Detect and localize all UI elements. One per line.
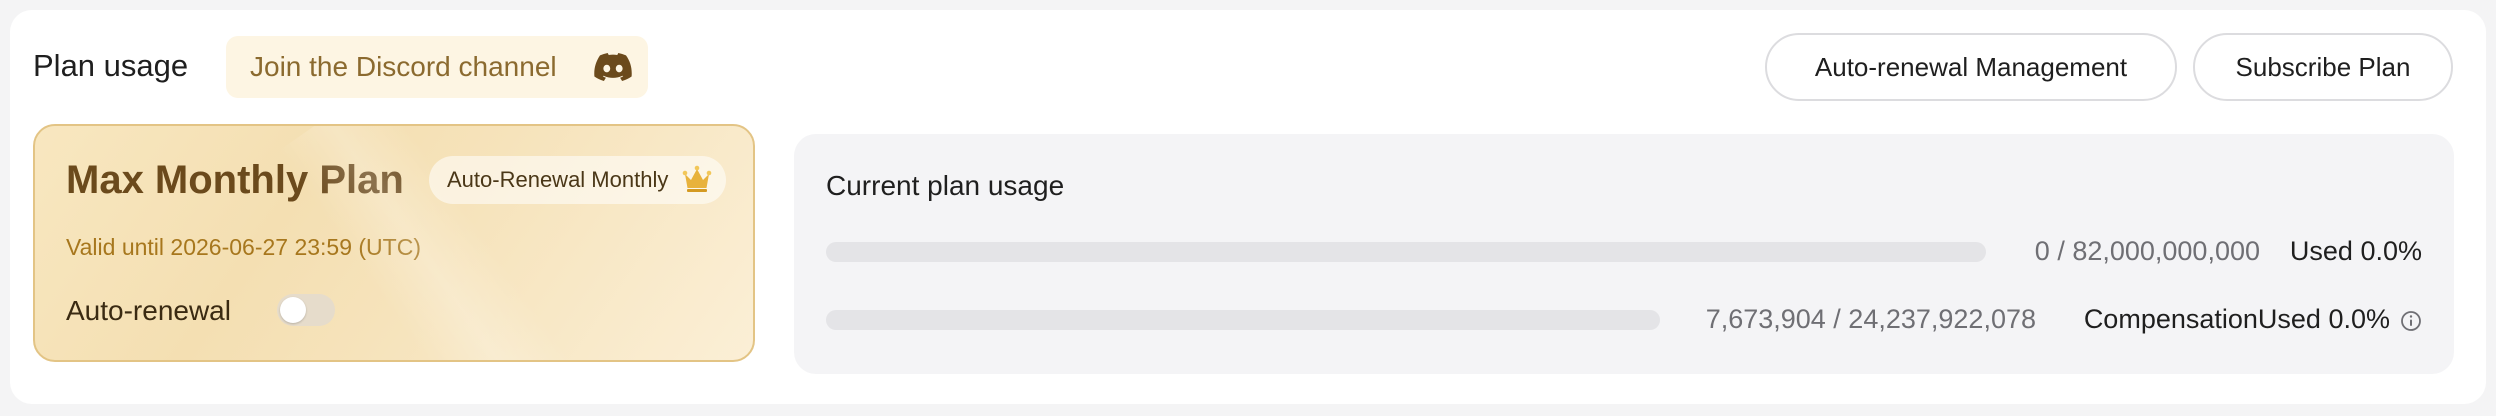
discord-label: Join the Discord channel bbox=[250, 51, 557, 82]
discord-icon bbox=[594, 53, 632, 81]
valid-until: Valid until 2026-06-27 23:59 (UTC) bbox=[66, 234, 421, 260]
join-discord-button[interactable]: Join the Discord channel bbox=[226, 36, 648, 98]
subscribe-plan-button[interactable]: Subscribe Plan bbox=[2193, 33, 2453, 101]
info-icon[interactable] bbox=[2400, 310, 2422, 332]
toggle-knob bbox=[280, 297, 306, 323]
plan-card: Max Monthly Plan Auto-Renewal Monthly Va… bbox=[33, 124, 755, 362]
auto-renewal-toggle[interactable] bbox=[277, 294, 335, 326]
auto-renewal-label: Auto-renewal bbox=[66, 295, 231, 326]
crown-icon bbox=[683, 165, 712, 192]
auto-renewal-management-button[interactable]: Auto-renewal Management bbox=[1765, 33, 2177, 101]
auto-renewal-badge: Auto-Renewal Monthly bbox=[429, 156, 727, 204]
plan-name: Max Monthly Plan bbox=[66, 158, 404, 202]
usage-used-percent: Used 0.0% bbox=[2289, 236, 2422, 266]
page-title: Plan usage bbox=[33, 48, 189, 83]
usage-progress-bar bbox=[826, 242, 1986, 262]
badge-label: Auto-Renewal Monthly bbox=[447, 167, 669, 192]
compensation-progress-bar bbox=[826, 310, 1660, 330]
compensation-amount: 7,673,904 / 24,237,922,078 bbox=[1705, 304, 2036, 334]
compensation-used-percent: CompensationUsed 0.0% bbox=[2083, 304, 2390, 334]
current-plan-usage-card: Current plan usage 0 / 82,000,000,000 Us… bbox=[794, 134, 2454, 374]
usage-title: Current plan usage bbox=[826, 170, 1065, 201]
usage-amount: 0 / 82,000,000,000 bbox=[2034, 236, 2260, 266]
